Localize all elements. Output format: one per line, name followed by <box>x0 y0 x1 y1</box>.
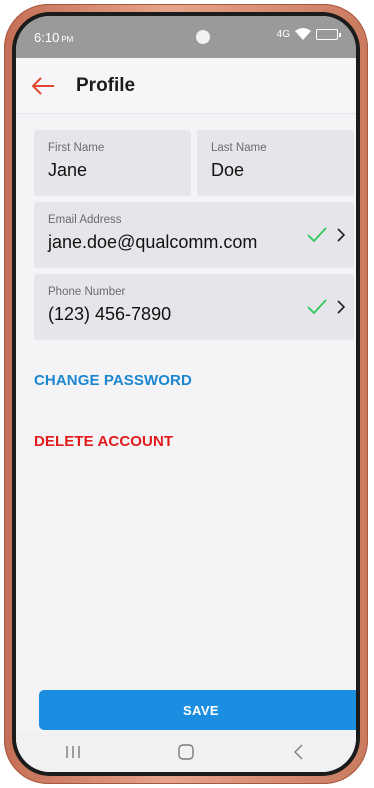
phone-bezel: 6:10 PM 4G Profile First Name Jane Last … <box>12 12 360 776</box>
email-value: jane.doe@qualcomm.com <box>48 232 258 252</box>
front-camera <box>196 30 210 44</box>
system-nav-bar <box>16 732 356 772</box>
phone-label: Phone Number <box>48 286 126 298</box>
email-field[interactable]: Email Address jane.doe@qualcomm.com <box>34 202 354 268</box>
status-icons: 4G <box>276 28 341 40</box>
app-header: Profile <box>16 58 356 114</box>
battery-icon <box>316 28 341 40</box>
recent-apps-icon <box>65 746 80 758</box>
page-title: Profile <box>76 74 136 96</box>
checkmark-icon <box>307 299 327 315</box>
phone-field[interactable]: Phone Number (123) 456-7890 <box>34 274 354 340</box>
change-password-link[interactable]: CHANGE PASSWORD <box>34 372 354 389</box>
screen: 6:10 PM 4G Profile First Name Jane Last … <box>16 16 356 772</box>
chevron-right-icon[interactable] <box>337 300 346 314</box>
phone-actions <box>307 299 346 315</box>
save-button[interactable]: SAVE <box>39 690 356 730</box>
network-label: 4G <box>276 28 290 40</box>
phone-row: Phone Number (123) 456-7890 <box>34 274 354 340</box>
nav-back-button[interactable] <box>279 737 319 767</box>
first-name-label: First Name <box>48 142 105 154</box>
recent-apps-button[interactable] <box>53 737 93 767</box>
status-bar: 6:10 PM 4G <box>16 16 356 58</box>
home-button[interactable] <box>166 737 206 767</box>
email-row: Email Address jane.doe@qualcomm.com <box>34 202 354 268</box>
last-name-label: Last Name <box>211 142 267 154</box>
clock: 6:10 <box>34 30 60 45</box>
profile-form: First Name Jane Last Name Doe Email Addr… <box>16 114 356 772</box>
status-time: 6:10 PM <box>34 30 73 45</box>
arrow-left-icon <box>31 76 54 95</box>
delete-account-link[interactable]: DELETE ACCOUNT <box>34 433 354 450</box>
phone-value: (123) 456-7890 <box>48 304 172 324</box>
phone-frame: 6:10 PM 4G Profile First Name Jane Last … <box>4 4 368 784</box>
last-name-value: Doe <box>211 160 245 180</box>
back-icon <box>294 744 303 760</box>
clock-period: PM <box>61 35 74 44</box>
wifi-icon <box>295 28 311 40</box>
chevron-right-icon[interactable] <box>337 228 346 242</box>
back-button[interactable] <box>30 73 56 99</box>
checkmark-icon <box>307 227 327 243</box>
name-row: First Name Jane Last Name Doe <box>34 130 354 196</box>
first-name-field[interactable]: First Name Jane <box>34 130 191 196</box>
last-name-field[interactable]: Last Name Doe <box>197 130 354 196</box>
email-label: Email Address <box>48 214 122 226</box>
home-icon <box>178 744 194 760</box>
first-name-value: Jane <box>48 160 88 180</box>
email-actions <box>307 227 346 243</box>
